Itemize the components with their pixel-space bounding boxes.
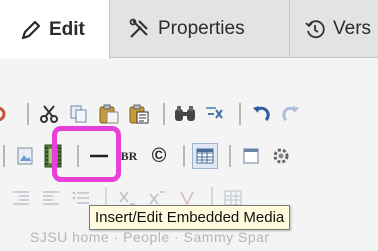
paste-text-icon[interactable] (126, 101, 152, 127)
table-icon[interactable] (192, 143, 218, 169)
redo-icon-cut-off[interactable] (0, 101, 16, 127)
tools-icon (127, 17, 151, 41)
history-icon (304, 18, 326, 40)
toolbar-separator (163, 103, 165, 125)
toolbar-separator (27, 103, 29, 125)
page-properties-icon[interactable] (238, 143, 264, 169)
toolbar-row-2: BR © (0, 139, 298, 173)
settings-gear-icon[interactable] (268, 143, 294, 169)
pencil-icon (20, 19, 42, 41)
undo-icon[interactable] (248, 101, 274, 127)
paste-icon[interactable] (96, 101, 122, 127)
tab-versions-label: Vers (333, 18, 372, 39)
tab-edit-label: Edit (49, 18, 85, 40)
tooltip: Insert/Edit Embedded Media (89, 205, 291, 230)
highlight-box (52, 126, 121, 182)
replace-icon[interactable] (202, 101, 228, 127)
toolbar-separator (3, 145, 5, 167)
copy-icon[interactable] (66, 101, 92, 127)
redo-icon[interactable] (278, 101, 304, 127)
tab-versions[interactable]: Vers (290, 0, 378, 58)
toolbar-row-1 (0, 97, 308, 131)
toolbar-separator (183, 145, 185, 167)
outdent-icon[interactable] (38, 185, 64, 211)
image-icon[interactable] (12, 143, 38, 169)
copyright-icon[interactable]: © (146, 143, 172, 169)
toolbar-separator (239, 103, 241, 125)
toolbar-separator (229, 145, 231, 167)
tab-properties-label: Properties (158, 18, 245, 39)
tab-properties[interactable]: Properties (110, 0, 290, 58)
cut-icon[interactable] (36, 101, 62, 127)
tab-bar: Edit Properties Vers (0, 0, 378, 59)
tab-edit[interactable]: Edit (0, 0, 110, 59)
indent-icon[interactable] (8, 185, 34, 211)
find-icon[interactable] (172, 101, 198, 127)
breadcrumb: SJSU home · People · Sammy Spar (30, 229, 270, 245)
